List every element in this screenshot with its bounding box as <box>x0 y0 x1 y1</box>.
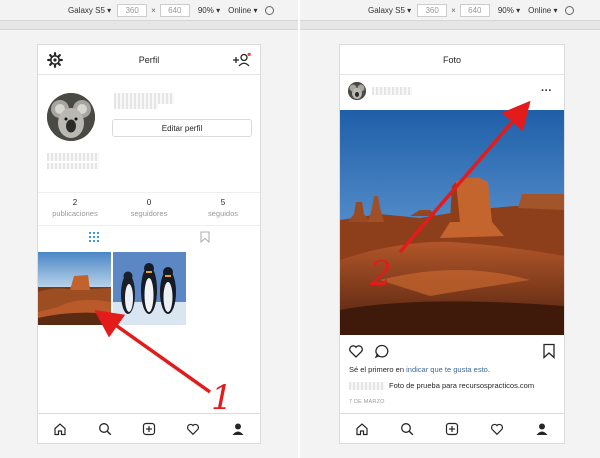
like-heart-icon[interactable] <box>348 343 364 359</box>
post-author-avatar[interactable] <box>348 82 366 100</box>
height-input[interactable]: 640 <box>459 3 490 17</box>
width-input[interactable]: 360 <box>117 3 148 17</box>
add-post-icon[interactable] <box>142 422 156 436</box>
username-blurred-line2 <box>114 104 158 109</box>
like-link[interactable]: indicar que te gusta esto <box>406 365 488 374</box>
zoom-select[interactable]: 90% ▾ <box>198 6 220 15</box>
zoom-select[interactable]: 90% ▾ <box>498 6 520 15</box>
add-post-icon[interactable] <box>445 422 459 436</box>
post-photo[interactable] <box>340 110 564 335</box>
stat-posts[interactable]: 2 publicaciones <box>38 193 112 225</box>
likes-text: Sé el primero en indicar que te gusta es… <box>349 365 490 374</box>
likes-suffix: . <box>487 365 490 374</box>
caption-text: Foto de prueba para recursospracticos.co… <box>389 381 535 390</box>
profile-header: Perfil <box>38 45 260 75</box>
tab-grid[interactable] <box>38 226 149 248</box>
page-title: Foto <box>442 54 461 65</box>
step-number-2: 2 <box>370 254 392 294</box>
post-caption: Foto de prueba para recursospracticos.co… <box>349 381 534 390</box>
gear-icon[interactable] <box>47 52 63 68</box>
heart-icon[interactable] <box>490 422 504 436</box>
username-blurred <box>114 93 174 104</box>
profile-stats: 2 publicaciones 0 seguidores 5 seguidos <box>38 192 260 226</box>
stat-label: seguidos <box>207 209 239 218</box>
width-input[interactable]: 360 <box>417 3 448 17</box>
stat-value: 2 <box>72 198 78 207</box>
bookmark-icon <box>199 231 210 243</box>
search-icon[interactable] <box>98 422 112 436</box>
device-toolbar-left: Galaxy S5 ▾ 360 × 640 90% ▾ Online ▾ <box>68 0 275 20</box>
photo-header: Foto <box>340 45 564 75</box>
tab-saved[interactable] <box>149 226 260 248</box>
desert-photo-image <box>340 110 564 335</box>
more-options-icon[interactable]: ··· <box>541 85 552 97</box>
home-icon[interactable] <box>53 422 67 436</box>
profile-icon[interactable] <box>231 422 245 436</box>
bio-blurred <box>47 163 99 169</box>
profile-avatar[interactable] <box>47 93 95 141</box>
device-select[interactable]: Galaxy S5 ▾ <box>68 6 111 15</box>
full-name-blurred <box>47 153 99 161</box>
bottom-nav <box>340 413 564 443</box>
stat-label: publicaciones <box>52 209 98 218</box>
bookmark-icon[interactable] <box>542 343 556 359</box>
photo-screen: Foto ··· Sé el primero en indicar que te… <box>339 44 565 444</box>
stat-followers[interactable]: 0 seguidores <box>112 193 186 225</box>
zoom-value: 90% <box>197 5 214 15</box>
device-select[interactable]: Galaxy S5 ▾ <box>368 6 411 15</box>
heart-icon[interactable] <box>186 422 200 436</box>
profile-icon[interactable] <box>535 422 549 436</box>
zoom-value: 90% <box>497 5 514 15</box>
stat-following[interactable]: 5 seguidos <box>186 193 260 225</box>
comment-icon[interactable] <box>374 343 390 359</box>
profile-tabs <box>38 226 260 248</box>
post-author[interactable] <box>348 81 412 101</box>
height-input[interactable]: 640 <box>159 3 190 17</box>
network-value: Online <box>228 5 252 15</box>
dimension-separator: × <box>451 5 456 15</box>
likes-prefix: Sé el primero en <box>349 365 407 374</box>
edit-profile-button[interactable]: Editar perfil <box>112 119 252 137</box>
add-user-icon[interactable] <box>232 52 252 68</box>
rotate-icon[interactable] <box>265 5 275 15</box>
post-thumbnail-desert[interactable] <box>38 252 111 325</box>
home-icon[interactable] <box>355 422 369 436</box>
caption-author-blurred[interactable] <box>349 381 385 390</box>
page-title: Perfil <box>138 54 160 65</box>
post-thumbnail-penguins[interactable] <box>113 252 186 325</box>
koala-image <box>47 93 95 141</box>
device-toolbar-right: Galaxy S5 ▾ 360 × 640 90% ▾ Online ▾ <box>368 0 575 20</box>
grid-icon <box>88 232 99 242</box>
device-name: Galaxy S5 <box>68 5 105 15</box>
post-author-name-blurred <box>372 87 412 95</box>
desert-thumbnail-image <box>38 252 111 325</box>
network-select[interactable]: Online ▾ <box>528 6 557 15</box>
ruler-left <box>0 20 298 30</box>
stat-value: 5 <box>220 198 226 207</box>
network-select[interactable]: Online ▾ <box>228 6 257 15</box>
ruler-right <box>300 20 600 30</box>
koala-image <box>348 82 366 100</box>
network-value: Online <box>528 5 552 15</box>
search-icon[interactable] <box>400 422 414 436</box>
post-date: 7 DE MARZO <box>349 399 385 405</box>
rotate-icon[interactable] <box>565 5 575 15</box>
dimension-separator: × <box>151 5 156 15</box>
stat-value: 0 <box>146 198 152 207</box>
panel-divider <box>298 0 300 458</box>
stat-label: seguidores <box>130 209 168 218</box>
post-actions <box>348 343 556 359</box>
penguins-thumbnail-image <box>113 252 186 325</box>
step-number-1: 1 <box>211 378 233 418</box>
device-name: Galaxy S5 <box>368 5 405 15</box>
